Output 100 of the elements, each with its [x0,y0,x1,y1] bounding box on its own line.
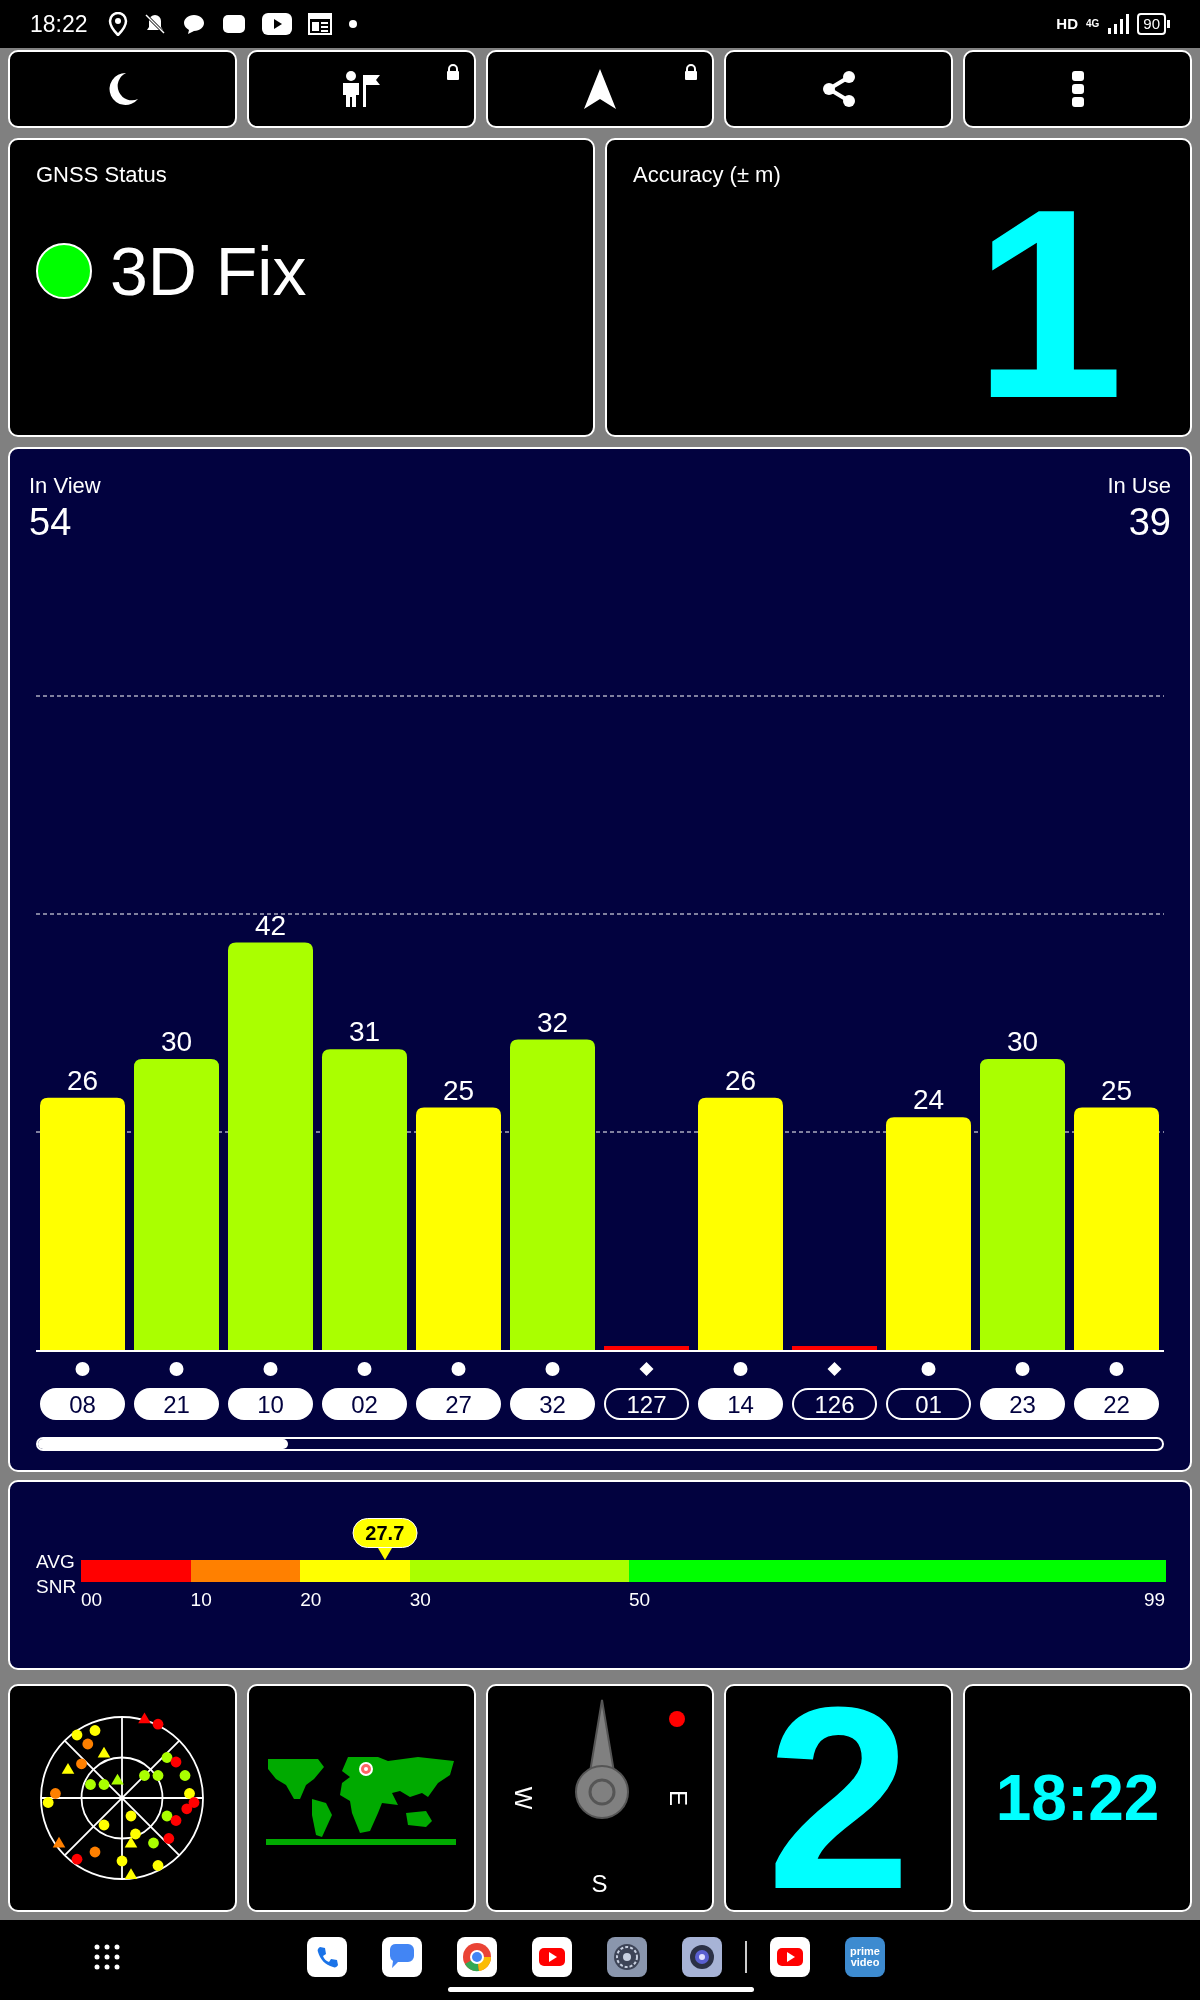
browser-app-icon[interactable] [457,1937,497,1977]
satellite-marker [162,1752,173,1763]
card-title: Accuracy (± m) [633,161,782,189]
scale-tick-label: 30 [409,1588,431,1612]
in-use-label: In Use [1107,472,1171,500]
satellite-marker [90,1725,101,1736]
x-tick-label: 14 [727,1391,754,1418]
clock-time: 18:22 [995,1766,1160,1830]
satellite-dot-icon [1015,1362,1030,1376]
satellite-marker [130,1828,142,1840]
diamond-icon [639,1362,654,1376]
satellite-dot-icon [1109,1362,1124,1376]
more-button[interactable] [963,50,1192,128]
diamond-icon [827,1362,842,1376]
camera-app-icon[interactable] [682,1937,722,1977]
satellite-id-label: 10 [228,1388,313,1420]
satellite-marker [62,1762,75,1774]
gear-app-icon[interactable] [607,1937,647,1977]
x-tick-label: 10 [257,1391,284,1418]
satellite-id-label: 27 [416,1388,501,1420]
x-tick-label: 126 [814,1391,855,1418]
compass-tile[interactable]: W E S [485,1684,715,1912]
x-tick-label: 127 [626,1391,667,1418]
satellites-count-tile[interactable]: 2 [724,1684,954,1912]
bar-value: 30 [160,1026,193,1057]
fix-status: 3D Fix [110,237,307,305]
satellite-dot-icon [921,1362,936,1376]
scale-tick-label: 99 [1144,1588,1166,1612]
satellite-marker [99,1779,110,1790]
satellite-id-label: 02 [322,1388,407,1420]
satellite-marker [99,1819,110,1831]
satellite-dot-icon [263,1362,278,1376]
play-icon [261,13,292,35]
navigation-arrow-icon [582,67,618,111]
satellite-marker [82,1738,94,1750]
avg-label: AVG [36,1550,75,1574]
sky-plot-tile[interactable] [8,1684,237,1912]
chat-app-icon[interactable] [382,1937,422,1977]
muted-bell-icon [143,13,166,35]
x-tick-label: 02 [351,1391,378,1418]
satellite-marker [43,1797,54,1808]
satellite-dot-icon [733,1362,748,1376]
world-map-tile[interactable] [246,1684,476,1912]
satellite-marker [53,1836,66,1848]
satellite-marker [148,1837,160,1849]
satellite-dot-icon [451,1362,466,1376]
battery-indicator: 90 [1137,13,1170,35]
accuracy-value: 1 [973,169,1124,439]
satellite-marker [184,1788,196,1799]
satellite-marker [153,1860,164,1871]
satellite-dot-icon [545,1362,560,1376]
satellite-marker [72,1729,83,1741]
compass-direction: E [666,1790,691,1806]
in-view-count: 54 [29,502,73,542]
x-tick-label: 08 [69,1391,96,1418]
satellite-marker [111,1773,125,1785]
satellite-id-label: 127 [604,1388,689,1420]
x-tick-label: 32 [539,1391,566,1418]
navigation-button[interactable] [485,50,715,128]
network-type: 4G [1085,19,1100,29]
satellite-marker [76,1758,88,1770]
in-view-label: In View [29,472,101,500]
bar-value: 30 [1006,1026,1039,1057]
bar-value: 25 [442,1074,475,1106]
prime-video-app-icon[interactable]: prime video [845,1937,885,1977]
compass-direction: S [591,1872,608,1896]
satellite-id-label: 21 [134,1388,219,1420]
night-mode-button[interactable] [8,50,237,128]
satellite-marker [163,1833,175,1844]
share-button[interactable] [724,50,954,128]
average-value-callout: 27.7 [352,1518,418,1548]
card-title: GNSS Status [36,161,168,189]
network-label: HD [1056,13,1078,34]
satellite-marker [125,1836,138,1848]
satellite-marker [72,1853,83,1865]
phone-app-icon[interactable] [307,1937,347,1977]
horizontal-scrollbar[interactable] [36,1437,1164,1451]
x-tick-label: 27 [445,1391,472,1418]
satellite-marker [90,1846,101,1858]
waypoint-button[interactable] [246,50,476,128]
bar-value: 32 [536,1006,569,1038]
satellite-marker [117,1855,128,1867]
lock-icon [445,64,460,80]
satellite-marker [85,1779,97,1790]
satellite-marker [153,1718,164,1730]
satellite-dot-icon [75,1362,90,1376]
clock-tile[interactable]: 18:22 [963,1684,1192,1912]
satellite-marker [189,1797,200,1808]
video-app-icon[interactable] [770,1937,810,1977]
satellite-marker [126,1810,137,1822]
dot-icon [668,1710,687,1728]
x-tick-label: 23 [1009,1391,1036,1418]
satellite-marker [125,1868,138,1879]
more-options-icon [1070,69,1085,109]
satellite-id-label: 08 [40,1388,125,1420]
satellite-marker [153,1770,164,1781]
video-app-icon[interactable] [532,1937,572,1977]
chat-bubble-icon [181,13,206,35]
satellite-dot-icon [169,1362,184,1376]
app-drawer-icon[interactable] [94,1944,120,1970]
